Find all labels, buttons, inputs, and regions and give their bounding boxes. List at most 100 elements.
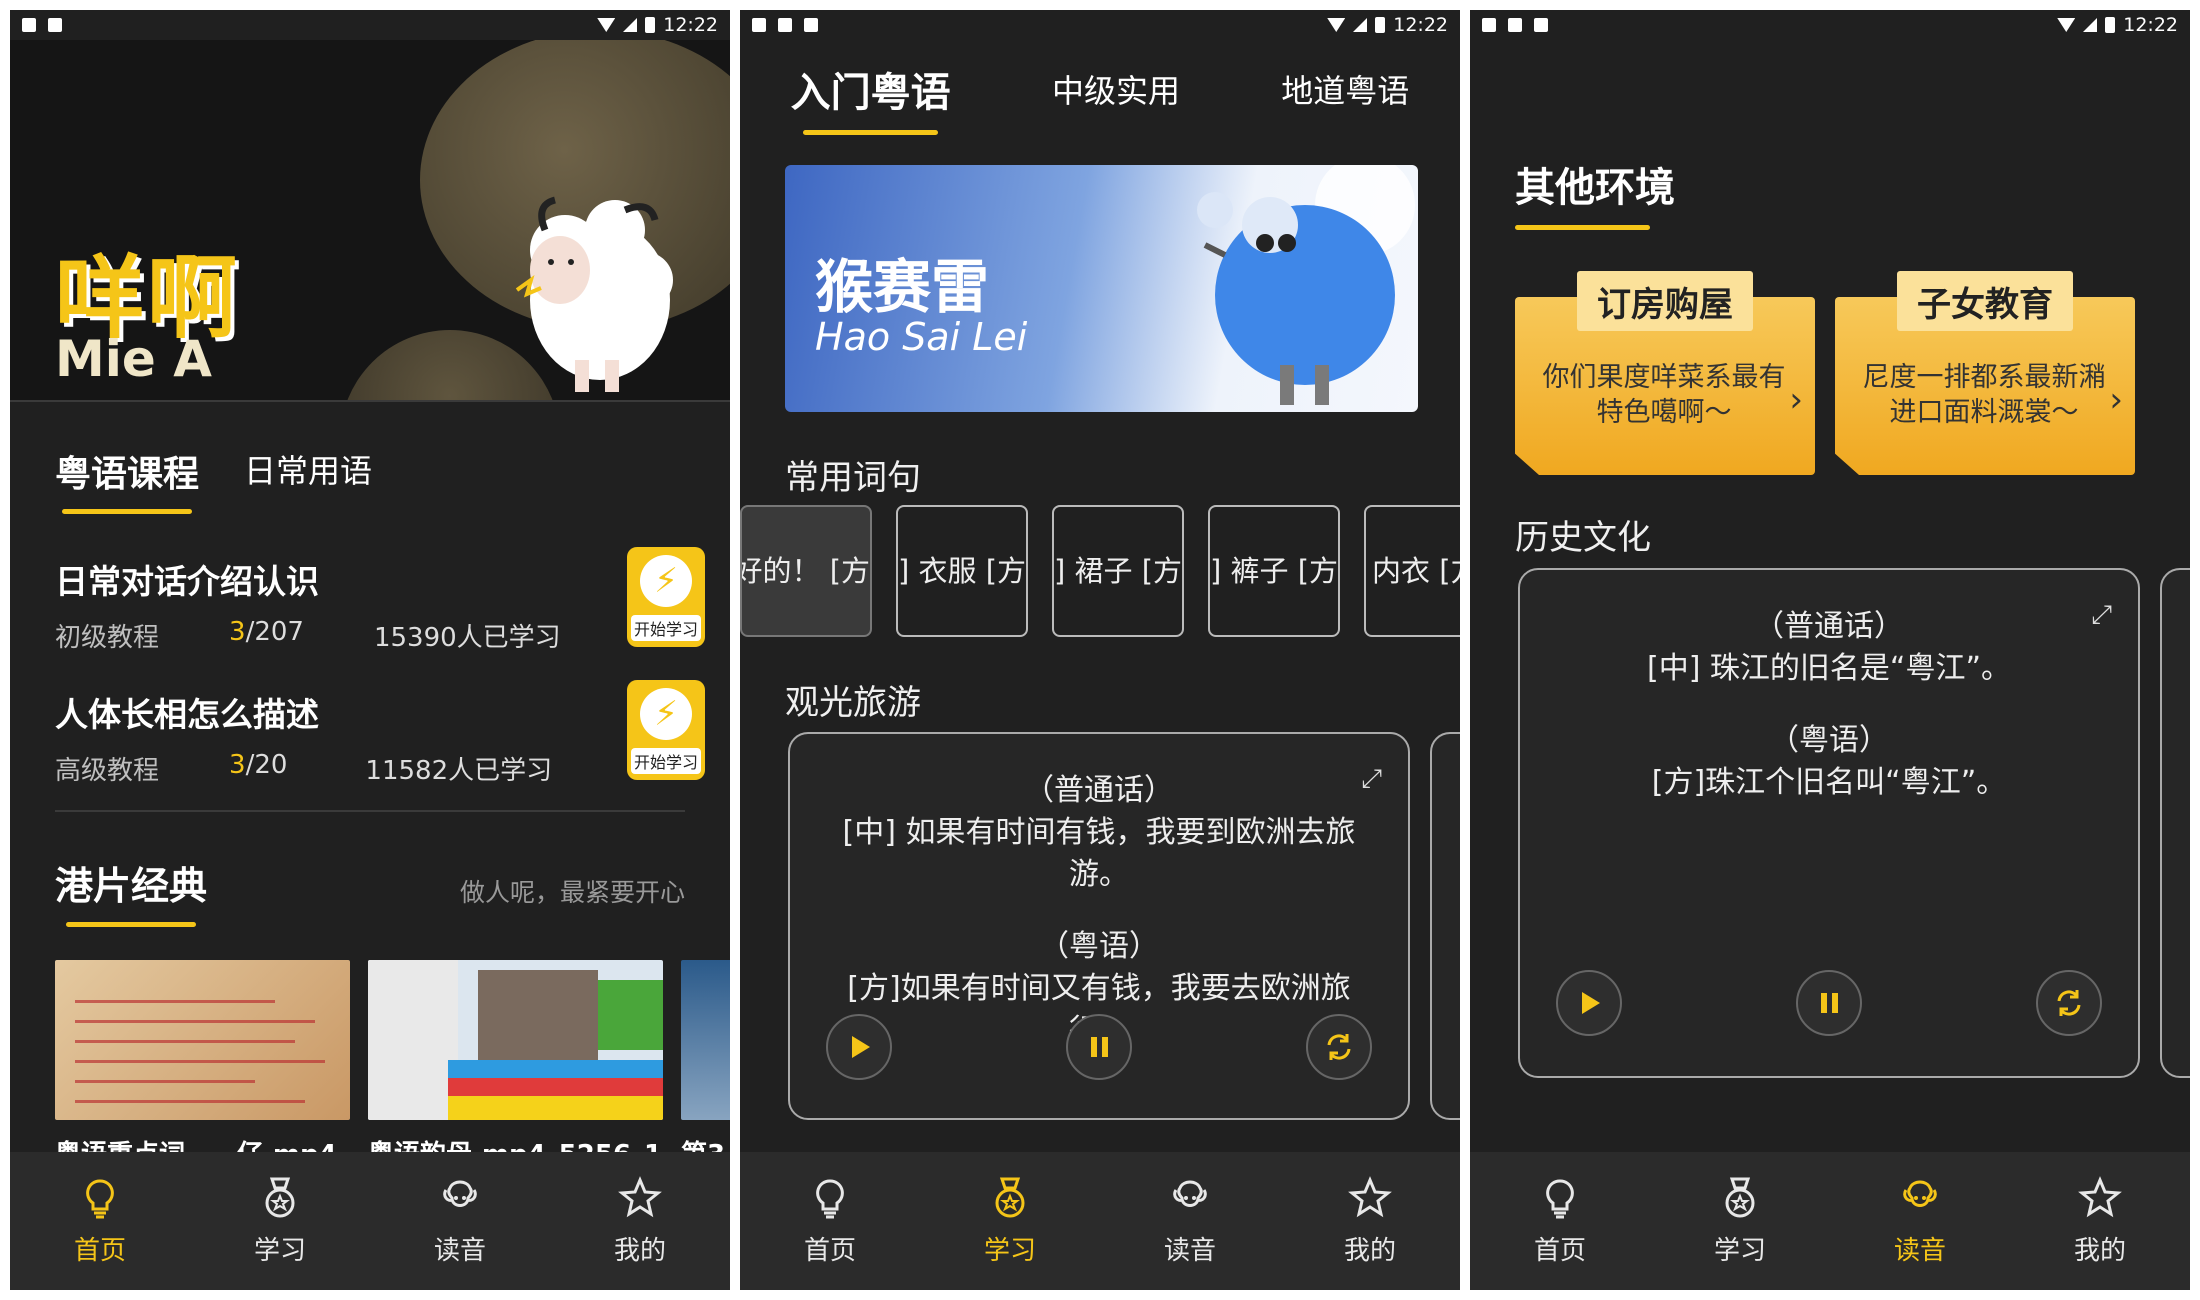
course-item[interactable]: 日常对话介绍认识 初级教程 3/207 15390人已学习 ⚡ 开始学习 bbox=[55, 547, 705, 654]
android-icon bbox=[752, 18, 766, 32]
phrase-card-next bbox=[2160, 568, 2190, 1078]
pause-icon bbox=[1821, 993, 1838, 1013]
promo-banner[interactable]: 猴赛雷 Hao Sai Lei bbox=[785, 165, 1418, 412]
course-item[interactable]: 人体长相怎么描述 高级教程 3/20 11582人已学习 ⚡ 开始学习 bbox=[55, 680, 705, 787]
tab-mine[interactable]: 我的 bbox=[1280, 1152, 1460, 1290]
tab-daily-phrases[interactable]: 日常用语 bbox=[244, 446, 372, 514]
hero-banner: 咩啊 Mie A bbox=[10, 40, 730, 400]
repeat-button[interactable] bbox=[1306, 1014, 1372, 1080]
tab-learn[interactable]: 学习 bbox=[190, 1152, 370, 1290]
wifi-icon bbox=[1327, 18, 1346, 32]
tab-label: 首页 bbox=[1533, 1235, 1586, 1266]
screen-home: 咩啊 Mie A 12:22 粤语课程 日常用语 日常对话介绍认识 初级教程 3… bbox=[10, 10, 730, 1290]
env-card-education[interactable]: 子女教育 尼度一排都系最新潲 进口面料溉裳～ › bbox=[1835, 271, 2135, 475]
tab-pronounce[interactable]: 读音 bbox=[1100, 1152, 1280, 1290]
tab-mine[interactable]: 我的 bbox=[2010, 1152, 2190, 1290]
course-level: 初级教程 bbox=[55, 623, 160, 653]
phrase-chip[interactable]: [中] 裤子 [方]裤 bbox=[1208, 505, 1340, 637]
bottom-tab-bar: 首页 学习 读音 我的 bbox=[740, 1152, 1460, 1290]
status-bar: 12:22 bbox=[740, 10, 1460, 40]
course-progress-current: 3 bbox=[229, 617, 246, 647]
section-tourism: 观光旅游 bbox=[785, 683, 921, 723]
phrase-chip-list: [中] 好的！ [方]好！ [中] 衣服 [方]衫 [中] 裙子 [方]裙 [中… bbox=[740, 505, 1460, 637]
signal-icon bbox=[2083, 18, 2098, 32]
tab-learn[interactable]: 学习 bbox=[920, 1152, 1100, 1290]
tab-home[interactable]: 首页 bbox=[740, 1152, 920, 1290]
tab-pronounce[interactable]: 读音 bbox=[1830, 1152, 2010, 1290]
signal-icon bbox=[623, 18, 638, 32]
status-time: 12:22 bbox=[663, 14, 718, 36]
chevron-right-icon: › bbox=[1789, 380, 1803, 420]
signal-icon bbox=[1353, 18, 1368, 32]
course-progress-total: /207 bbox=[245, 617, 304, 647]
cantonese-text: [方]珠江个旧名叫“粤江”。 bbox=[1651, 765, 2007, 800]
phrase-chip[interactable]: [中] 衣服 [方]衫 bbox=[896, 505, 1028, 637]
notification-icon bbox=[48, 18, 62, 32]
env-card-housing[interactable]: 订房购屋 你们果度咩菜系最有 特色噶啊～ › bbox=[1515, 271, 1815, 475]
start-learning-button[interactable]: ⚡ 开始学习 bbox=[627, 547, 705, 647]
play-icon bbox=[1582, 992, 1600, 1014]
cantonese-label: （粤语） bbox=[1769, 723, 1889, 758]
pause-icon bbox=[1091, 1037, 1108, 1057]
tab-authentic[interactable]: 地道粤语 bbox=[1281, 66, 1409, 130]
battery-icon bbox=[2105, 17, 2116, 33]
tab-underline bbox=[62, 509, 192, 514]
category-tabs: 粤语课程 日常用语 bbox=[55, 445, 372, 514]
tab-home[interactable]: 首页 bbox=[1470, 1152, 1650, 1290]
tab-label: 我的 bbox=[613, 1235, 666, 1266]
tab-pronounce[interactable]: 读音 bbox=[370, 1152, 550, 1290]
bulb-icon bbox=[1546, 1178, 1574, 1218]
android-icon bbox=[1482, 18, 1496, 32]
video-item[interactable]: 粤语韵母.mp4_5256_1 bbox=[368, 960, 663, 1171]
tab-cantonese-course[interactable]: 粤语课程 bbox=[55, 445, 199, 514]
tab-label: 首页 bbox=[803, 1235, 856, 1266]
tab-label: 学习 bbox=[983, 1235, 1036, 1266]
expand-icon[interactable]: ⤢ bbox=[1361, 758, 1382, 800]
sheep-icon bbox=[1173, 1180, 1207, 1207]
level-tabs: 入门粤语 中级实用 地道粤语 bbox=[740, 60, 1460, 135]
status-bar: 12:22 bbox=[10, 10, 730, 40]
pause-button[interactable] bbox=[1796, 970, 1862, 1036]
notification-icon bbox=[804, 18, 818, 32]
pause-button[interactable] bbox=[1066, 1014, 1132, 1080]
sheep-icon bbox=[1903, 1180, 1937, 1207]
star-icon bbox=[2078, 1175, 2122, 1217]
refresh-icon bbox=[2057, 990, 2081, 1016]
section-common-phrases: 常用词句 bbox=[785, 458, 921, 498]
battery-icon bbox=[645, 17, 656, 33]
repeat-button[interactable] bbox=[2036, 970, 2102, 1036]
tab-label: 读音 bbox=[433, 1235, 486, 1266]
tab-label: 日常用语 bbox=[244, 452, 373, 490]
tab-label: 学习 bbox=[1713, 1235, 1766, 1266]
wifi-icon bbox=[597, 18, 616, 32]
status-time: 12:22 bbox=[2123, 14, 2178, 36]
video-item[interactable]: 第3 bbox=[681, 960, 730, 1171]
tab-mine[interactable]: 我的 bbox=[550, 1152, 730, 1290]
phrase-chip[interactable]: [中] 好的！ [方]好！ bbox=[740, 505, 872, 637]
mandarin-text: [中] 如果有时间有钱，我要到欧洲去旅游。 bbox=[842, 815, 1356, 892]
tab-label: 读音 bbox=[1163, 1235, 1216, 1266]
tab-home[interactable]: 首页 bbox=[10, 1152, 190, 1290]
video-thumbnail bbox=[55, 960, 350, 1120]
phrase-chip[interactable]: [中] 内衣 [方]内衣 bbox=[1364, 505, 1460, 637]
play-button[interactable] bbox=[826, 1014, 892, 1080]
video-item[interactable]: 粤语重点词——仔.mp4 bbox=[55, 960, 350, 1171]
course-name: 日常对话介绍认识 bbox=[55, 562, 319, 601]
tab-intermediate[interactable]: 中级实用 bbox=[1052, 66, 1180, 130]
medal-icon bbox=[1725, 1177, 1755, 1217]
bulb-icon bbox=[816, 1178, 844, 1218]
tab-label: 学习 bbox=[253, 1235, 306, 1266]
bottom-tab-bar: 首页 学习 读音 我的 bbox=[1470, 1152, 2190, 1290]
video-thumbnail bbox=[681, 960, 730, 1120]
expand-icon[interactable]: ⤢ bbox=[2091, 594, 2112, 636]
phrase-chip[interactable]: [中] 裙子 [方]裙 bbox=[1052, 505, 1184, 637]
section-title: 其他环境 bbox=[1515, 165, 1675, 211]
start-learning-button[interactable]: ⚡ 开始学习 bbox=[627, 680, 705, 780]
tab-beginner[interactable]: 入门粤语 bbox=[791, 60, 951, 135]
course-progress-total: /20 bbox=[245, 750, 288, 780]
tab-learn[interactable]: 学习 bbox=[1650, 1152, 1830, 1290]
env-card-desc: 你们果度咩菜系最有 特色噶啊～ bbox=[1542, 362, 1786, 428]
image-icon bbox=[778, 18, 792, 32]
battery-icon bbox=[1375, 17, 1386, 33]
play-button[interactable] bbox=[1556, 970, 1622, 1036]
